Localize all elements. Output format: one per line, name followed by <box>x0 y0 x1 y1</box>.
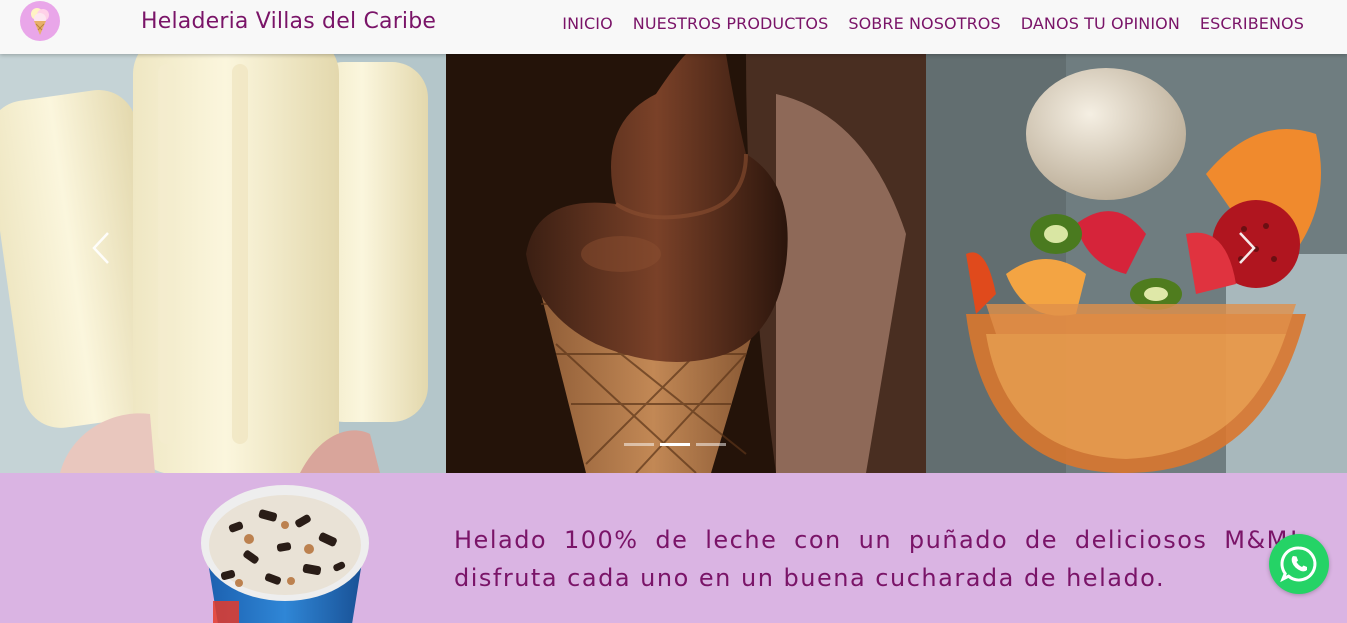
carousel-indicator-3[interactable] <box>696 443 726 446</box>
chevron-right-icon <box>1239 232 1256 264</box>
brand-title[interactable]: Heladeria Villas del Caribe <box>141 9 436 34</box>
carousel-slide-popsicles <box>0 54 446 473</box>
carousel-slide-fruit-salad <box>926 54 1347 473</box>
nav-danos-tu-opinion[interactable]: DANOS TU OPINION <box>1021 14 1180 33</box>
carousel-indicators <box>624 443 726 446</box>
product-image <box>201 485 369 623</box>
main-nav: INICIO NUESTROS PRODUCTOS SOBRE NOSOTROS… <box>562 14 1304 33</box>
navbar: Heladeria Villas del Caribe INICIO NUEST… <box>0 0 1347 54</box>
whatsapp-icon <box>1280 546 1317 583</box>
nav-nuestros-productos[interactable]: NUESTROS PRODUCTOS <box>633 14 829 33</box>
product-description-line-1: Helado 100% de leche con un puñado de de… <box>454 526 1300 554</box>
carousel-indicator-1[interactable] <box>624 443 654 446</box>
nav-inicio[interactable]: INICIO <box>562 14 613 33</box>
product-description: Helado 100% de leche con un puñado de de… <box>454 521 1300 597</box>
nav-sobre-nosotros[interactable]: SOBRE NOSOTROS <box>848 14 1000 33</box>
nav-escribenos[interactable]: ESCRIBENOS <box>1200 14 1304 33</box>
carousel-next-button[interactable] <box>1232 230 1262 270</box>
image-carousel <box>0 54 1347 473</box>
product-section: Helado 100% de leche con un puñado de de… <box>0 473 1347 623</box>
whatsapp-button[interactable] <box>1269 534 1329 594</box>
carousel-prev-button[interactable] <box>86 230 116 270</box>
carousel-slide-chocolate-cone <box>446 54 926 473</box>
chevron-left-icon <box>92 232 109 264</box>
product-description-line-2: disfruta cada uno en un buena cucharada … <box>454 564 1166 592</box>
ice-cream-cone-icon[interactable] <box>20 1 60 41</box>
carousel-indicator-2[interactable] <box>660 443 690 446</box>
